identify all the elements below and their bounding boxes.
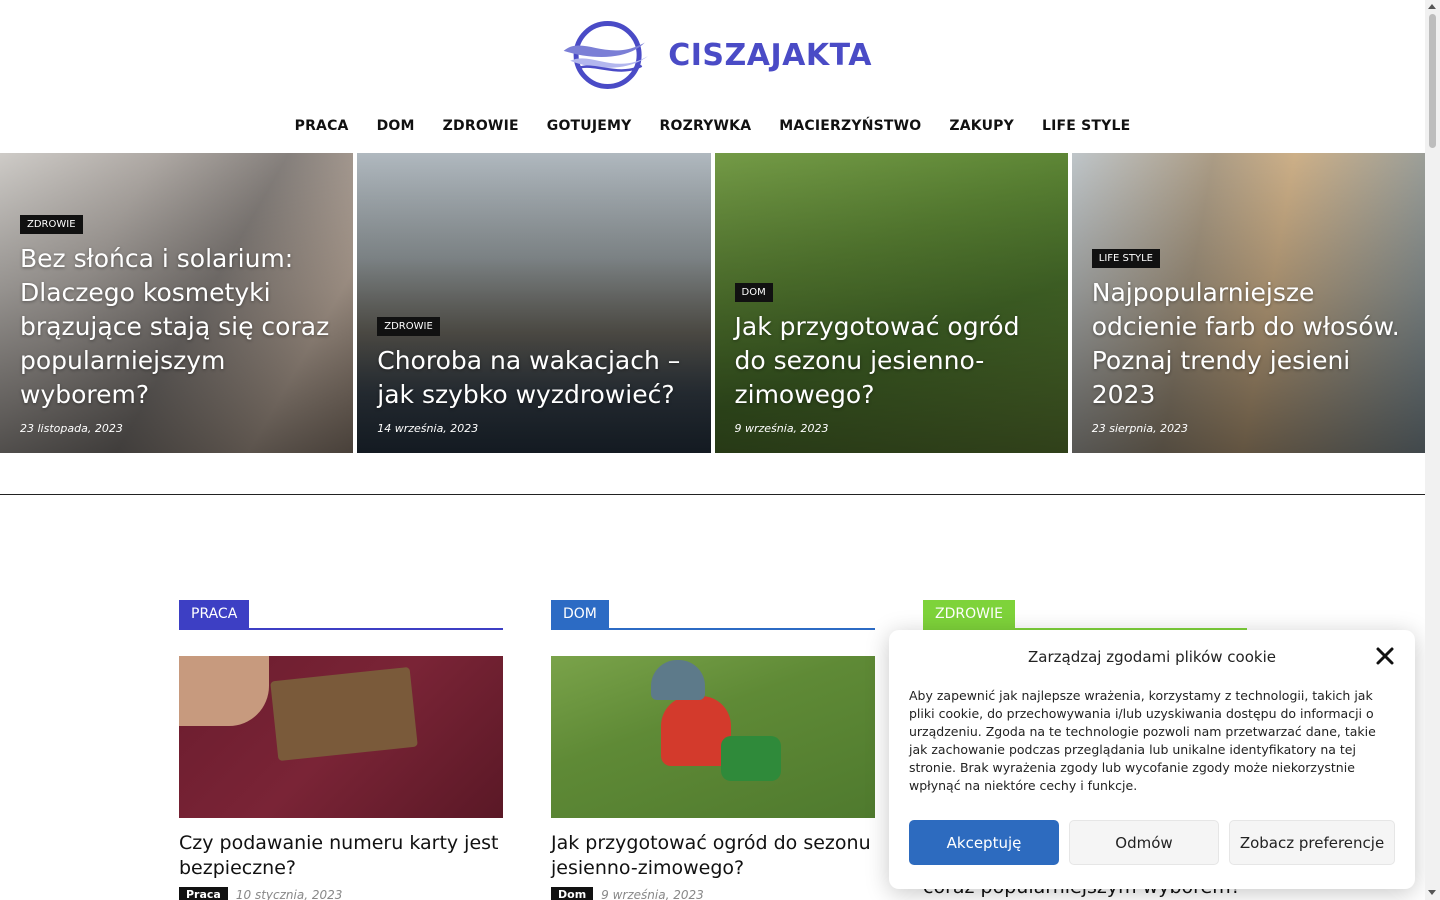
nav-macierzynstwo[interactable]: MACIERZYŃSTWO: [779, 118, 921, 134]
hero-category-badge[interactable]: ZDROWIE: [377, 317, 440, 336]
hero-content: ZDROWIE Bez słońca i solarium: Dlaczego …: [20, 214, 337, 435]
scroll-down-icon[interactable]: [1428, 890, 1436, 895]
hero-content: ZDROWIE Choroba na wakacjach – jak szybk…: [377, 316, 694, 435]
wallet-shape: [270, 666, 418, 762]
pants-shape: [721, 736, 781, 781]
nav-gotujemy[interactable]: GOTUJEMY: [547, 118, 632, 134]
hat-shape: [651, 660, 705, 700]
article-meta: Praca 10 stycznia, 2023: [179, 887, 503, 900]
nav-zakupy[interactable]: ZAKUPY: [949, 118, 1014, 134]
scrollbar[interactable]: [1425, 0, 1440, 900]
section-header: ZDROWIE: [923, 600, 1247, 630]
deny-button[interactable]: Odmów: [1069, 820, 1219, 865]
hero-title[interactable]: Jak przygotować ogród do sezonu jesienno…: [735, 310, 1052, 412]
article-title[interactable]: Czy podawanie numeru karty jest bezpiecz…: [179, 831, 503, 881]
hand-shape: [179, 656, 269, 726]
article-image[interactable]: [179, 656, 503, 818]
section-label[interactable]: PRACA: [179, 600, 250, 628]
main-nav: PRACA DOM ZDROWIE GOTUJEMY ROZRYWKA MACI…: [0, 118, 1425, 134]
hero-title[interactable]: Najpopularniejsze odcienie farb do włosó…: [1092, 276, 1409, 412]
logo-text: CISZAJAKTA: [668, 37, 872, 73]
hero-date: 14 września, 2023: [377, 422, 479, 435]
section-header: PRACA: [179, 600, 503, 630]
cookie-buttons: Akceptuję Odmów Zobacz preferencje: [909, 820, 1395, 865]
cookie-title: Zarządzaj zgodami plików cookie: [1028, 648, 1276, 666]
article-date: 10 stycznia, 2023: [235, 887, 343, 900]
scroll-thumb[interactable]: [1429, 14, 1436, 148]
section-label[interactable]: DOM: [551, 600, 609, 628]
hero-date: 23 sierpnia, 2023: [1091, 422, 1189, 435]
section-label[interactable]: ZDROWIE: [923, 600, 1015, 628]
hero-content: DOM Jak przygotować ogród do sezonu jesi…: [734, 282, 1052, 435]
hero-date: 9 września, 2023: [734, 422, 829, 435]
nav-dom[interactable]: DOM: [377, 118, 415, 134]
hero-date: 23 listopada, 2023: [20, 422, 123, 435]
section-divider: [0, 494, 1425, 495]
section-header: DOM: [551, 600, 875, 630]
article-title[interactable]: Jak przygotować ogród do sezonu jesienno…: [551, 831, 875, 881]
preferences-button[interactable]: Zobacz preferencje: [1229, 820, 1395, 865]
nav-praca[interactable]: PRACA: [295, 118, 349, 134]
section-praca: PRACA Czy podawanie numeru karty jest be…: [179, 600, 503, 900]
scroll-up-icon[interactable]: [1428, 4, 1436, 9]
hero-grid: ZDROWIE Bez słońca i solarium: Dlaczego …: [0, 153, 1425, 453]
hero-card[interactable]: ZDROWIE Bez słońca i solarium: Dlaczego …: [0, 153, 354, 453]
close-icon[interactable]: [1373, 644, 1397, 668]
hero-card[interactable]: ZDROWIE Choroba na wakacjach – jak szybk…: [357, 153, 711, 453]
site-logo[interactable]: CISZAJAKTA: [562, 10, 872, 100]
article-meta: Dom 9 września, 2023: [551, 887, 875, 900]
accept-button[interactable]: Akceptuję: [909, 820, 1059, 865]
hero-title[interactable]: Bez słońca i solarium: Dlaczego kosmetyk…: [20, 242, 337, 412]
hero-category-badge[interactable]: DOM: [734, 283, 773, 302]
hero-content: LIFE STYLE Najpopularniejsze odcienie fa…: [1091, 248, 1409, 435]
article-date: 9 września, 2023: [601, 887, 704, 900]
article-category[interactable]: Dom: [551, 887, 594, 900]
article-image[interactable]: [551, 656, 875, 818]
hero-category-badge[interactable]: LIFE STYLE: [1091, 249, 1160, 268]
nav-life-style[interactable]: LIFE STYLE: [1042, 118, 1130, 134]
hero-card[interactable]: LIFE STYLE Najpopularniejsze odcienie fa…: [1071, 153, 1425, 453]
section-dom: DOM Jak przygotować ogród do sezonu jesi…: [551, 600, 875, 900]
cookie-text: Aby zapewnić jak najlepsze wrażenia, kor…: [909, 688, 1376, 793]
nav-zdrowie[interactable]: ZDROWIE: [443, 118, 519, 134]
cookie-consent-dialog: Zarządzaj zgodami plików cookie Aby zape…: [889, 630, 1415, 889]
section-zdrowie: ZDROWIE: [923, 600, 1247, 630]
nav-rozrywka[interactable]: ROZRYWKA: [660, 118, 752, 134]
hero-category-badge[interactable]: ZDROWIE: [20, 215, 83, 234]
hero-card[interactable]: DOM Jak przygotować ogród do sezonu jesi…: [714, 153, 1068, 453]
logo-icon: [563, 20, 649, 90]
hero-title[interactable]: Choroba na wakacjach – jak szybko wyzdro…: [377, 344, 694, 412]
article-category[interactable]: Praca: [179, 887, 228, 900]
